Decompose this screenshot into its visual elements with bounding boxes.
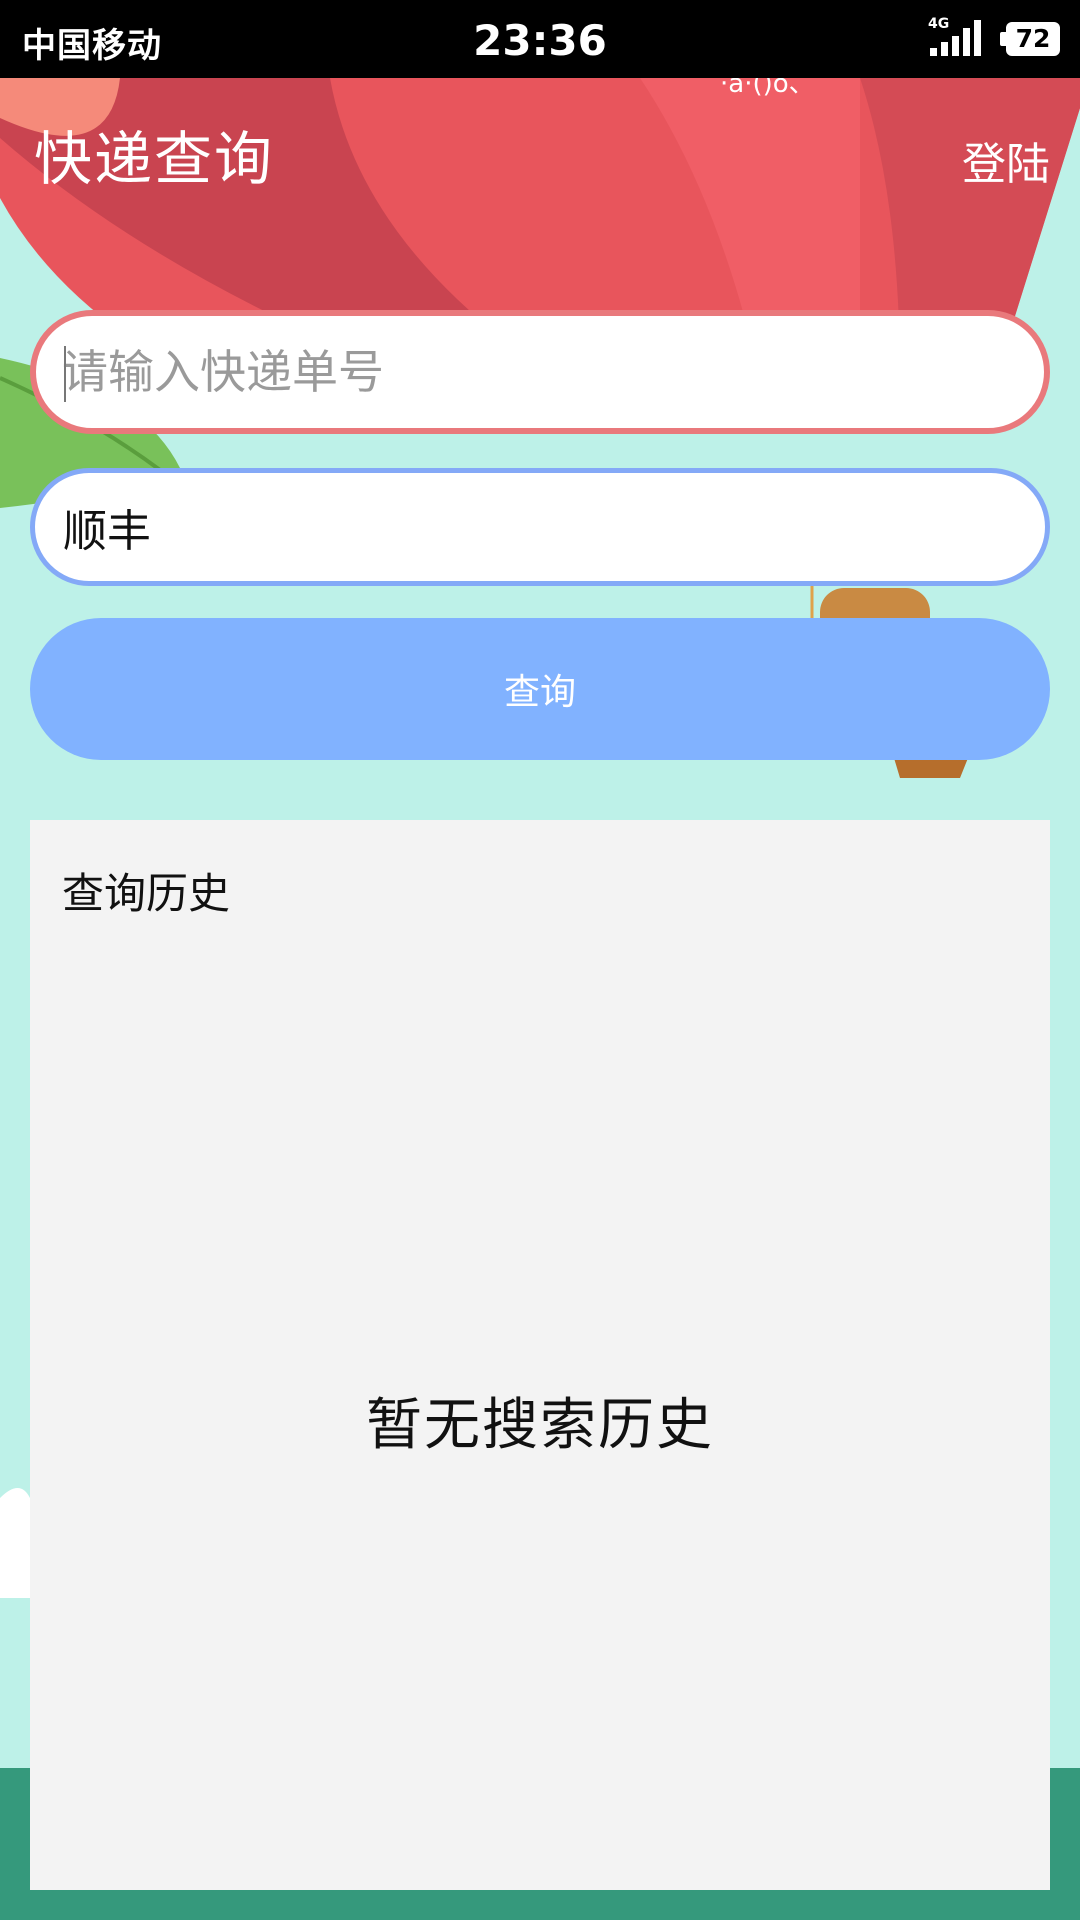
text-cursor [64, 346, 66, 402]
history-panel: 查询历史 暂无搜索历史 [30, 820, 1050, 1890]
tracking-number-input[interactable] [62, 345, 1044, 399]
login-button[interactable]: 登陆 [962, 128, 1050, 192]
svg-text:·a·()o、: ·a·()o、 [720, 78, 815, 99]
courier-input[interactable] [63, 501, 1045, 553]
status-bar: 中国移动 23:36 4G 72 [0, 0, 1080, 78]
tracking-number-field[interactable] [30, 310, 1050, 434]
page-title: 快递查询 [34, 125, 275, 193]
history-title: 查询历史 [62, 869, 231, 918]
query-button[interactable]: 查询 [30, 618, 1050, 760]
signal-icon [930, 20, 981, 56]
battery-icon: 72 [1006, 22, 1060, 56]
history-empty-message: 暂无搜索历史 [366, 1393, 714, 1458]
cloud [0, 1488, 30, 1598]
status-time: 23:36 [473, 16, 607, 65]
courier-field[interactable] [30, 468, 1050, 586]
